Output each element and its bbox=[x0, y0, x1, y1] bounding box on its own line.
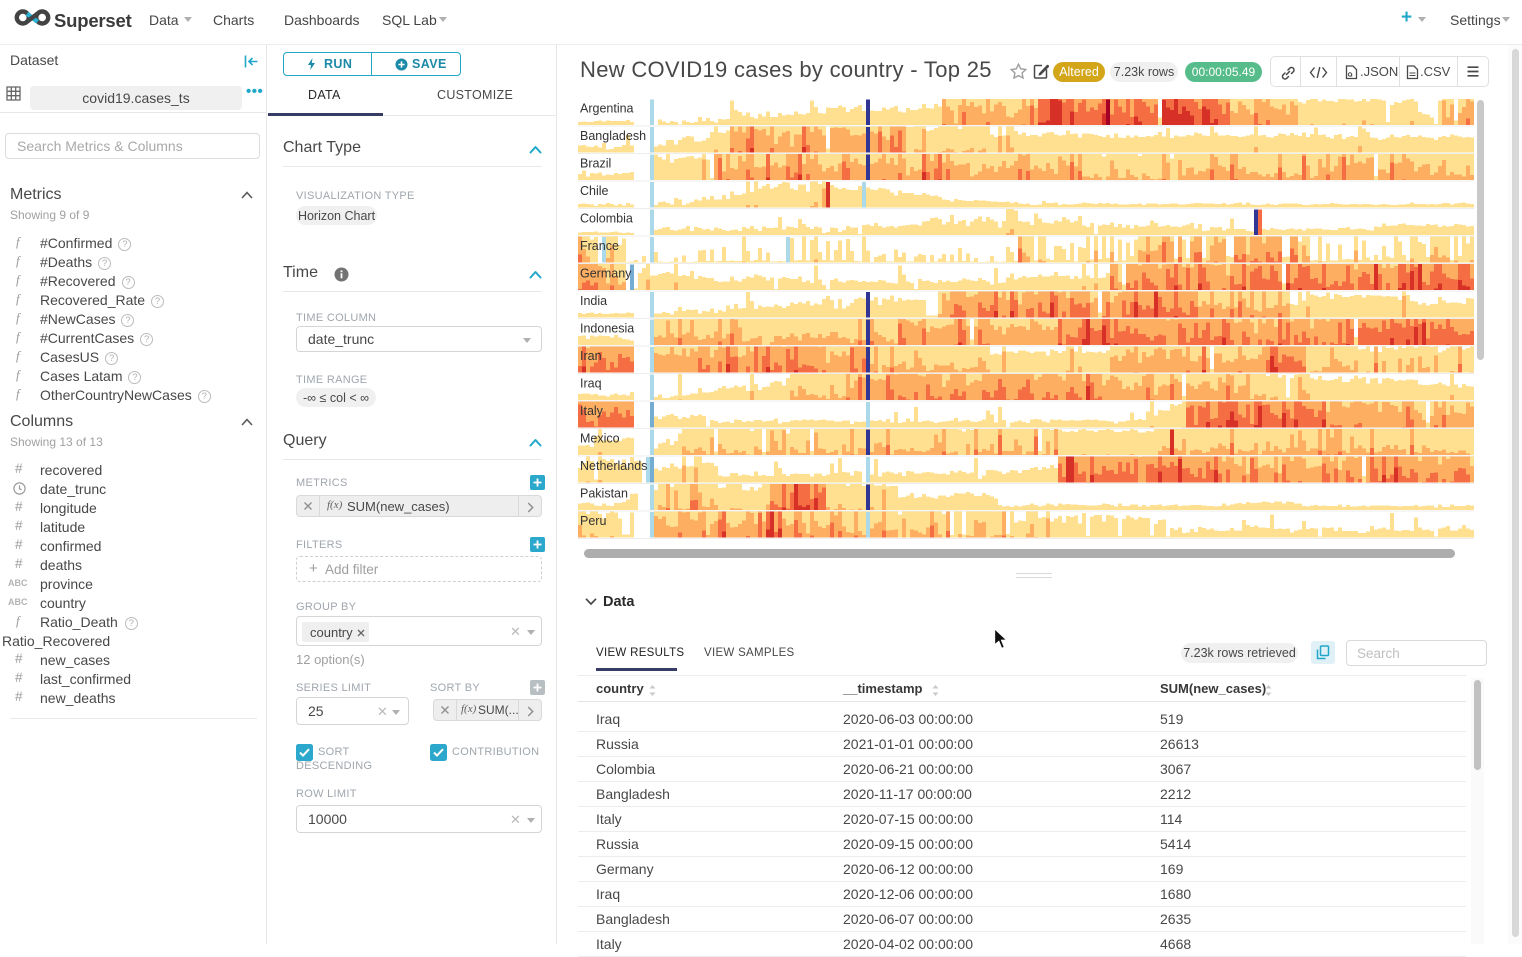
svg-text:Indonesia: Indonesia bbox=[580, 322, 634, 336]
svg-text:Colombia: Colombia bbox=[580, 212, 633, 226]
svg-text:Italy: Italy bbox=[580, 404, 604, 418]
svg-text:Pakistan: Pakistan bbox=[580, 487, 628, 501]
svg-text:Germany: Germany bbox=[580, 267, 632, 281]
svg-text:Chile: Chile bbox=[580, 184, 609, 198]
svg-text:Bangladesh: Bangladesh bbox=[580, 129, 646, 143]
svg-text:Mexico: Mexico bbox=[580, 432, 620, 446]
svg-text:Brazil: Brazil bbox=[580, 157, 611, 171]
svg-text:Peru: Peru bbox=[580, 514, 606, 528]
svg-text:Netherlands: Netherlands bbox=[580, 459, 647, 473]
svg-text:Iraq: Iraq bbox=[580, 377, 602, 391]
svg-text:France: France bbox=[580, 239, 619, 253]
svg-text:Argentina: Argentina bbox=[580, 102, 634, 116]
svg-text:India: India bbox=[580, 294, 607, 308]
svg-text:Iran: Iran bbox=[580, 349, 602, 363]
